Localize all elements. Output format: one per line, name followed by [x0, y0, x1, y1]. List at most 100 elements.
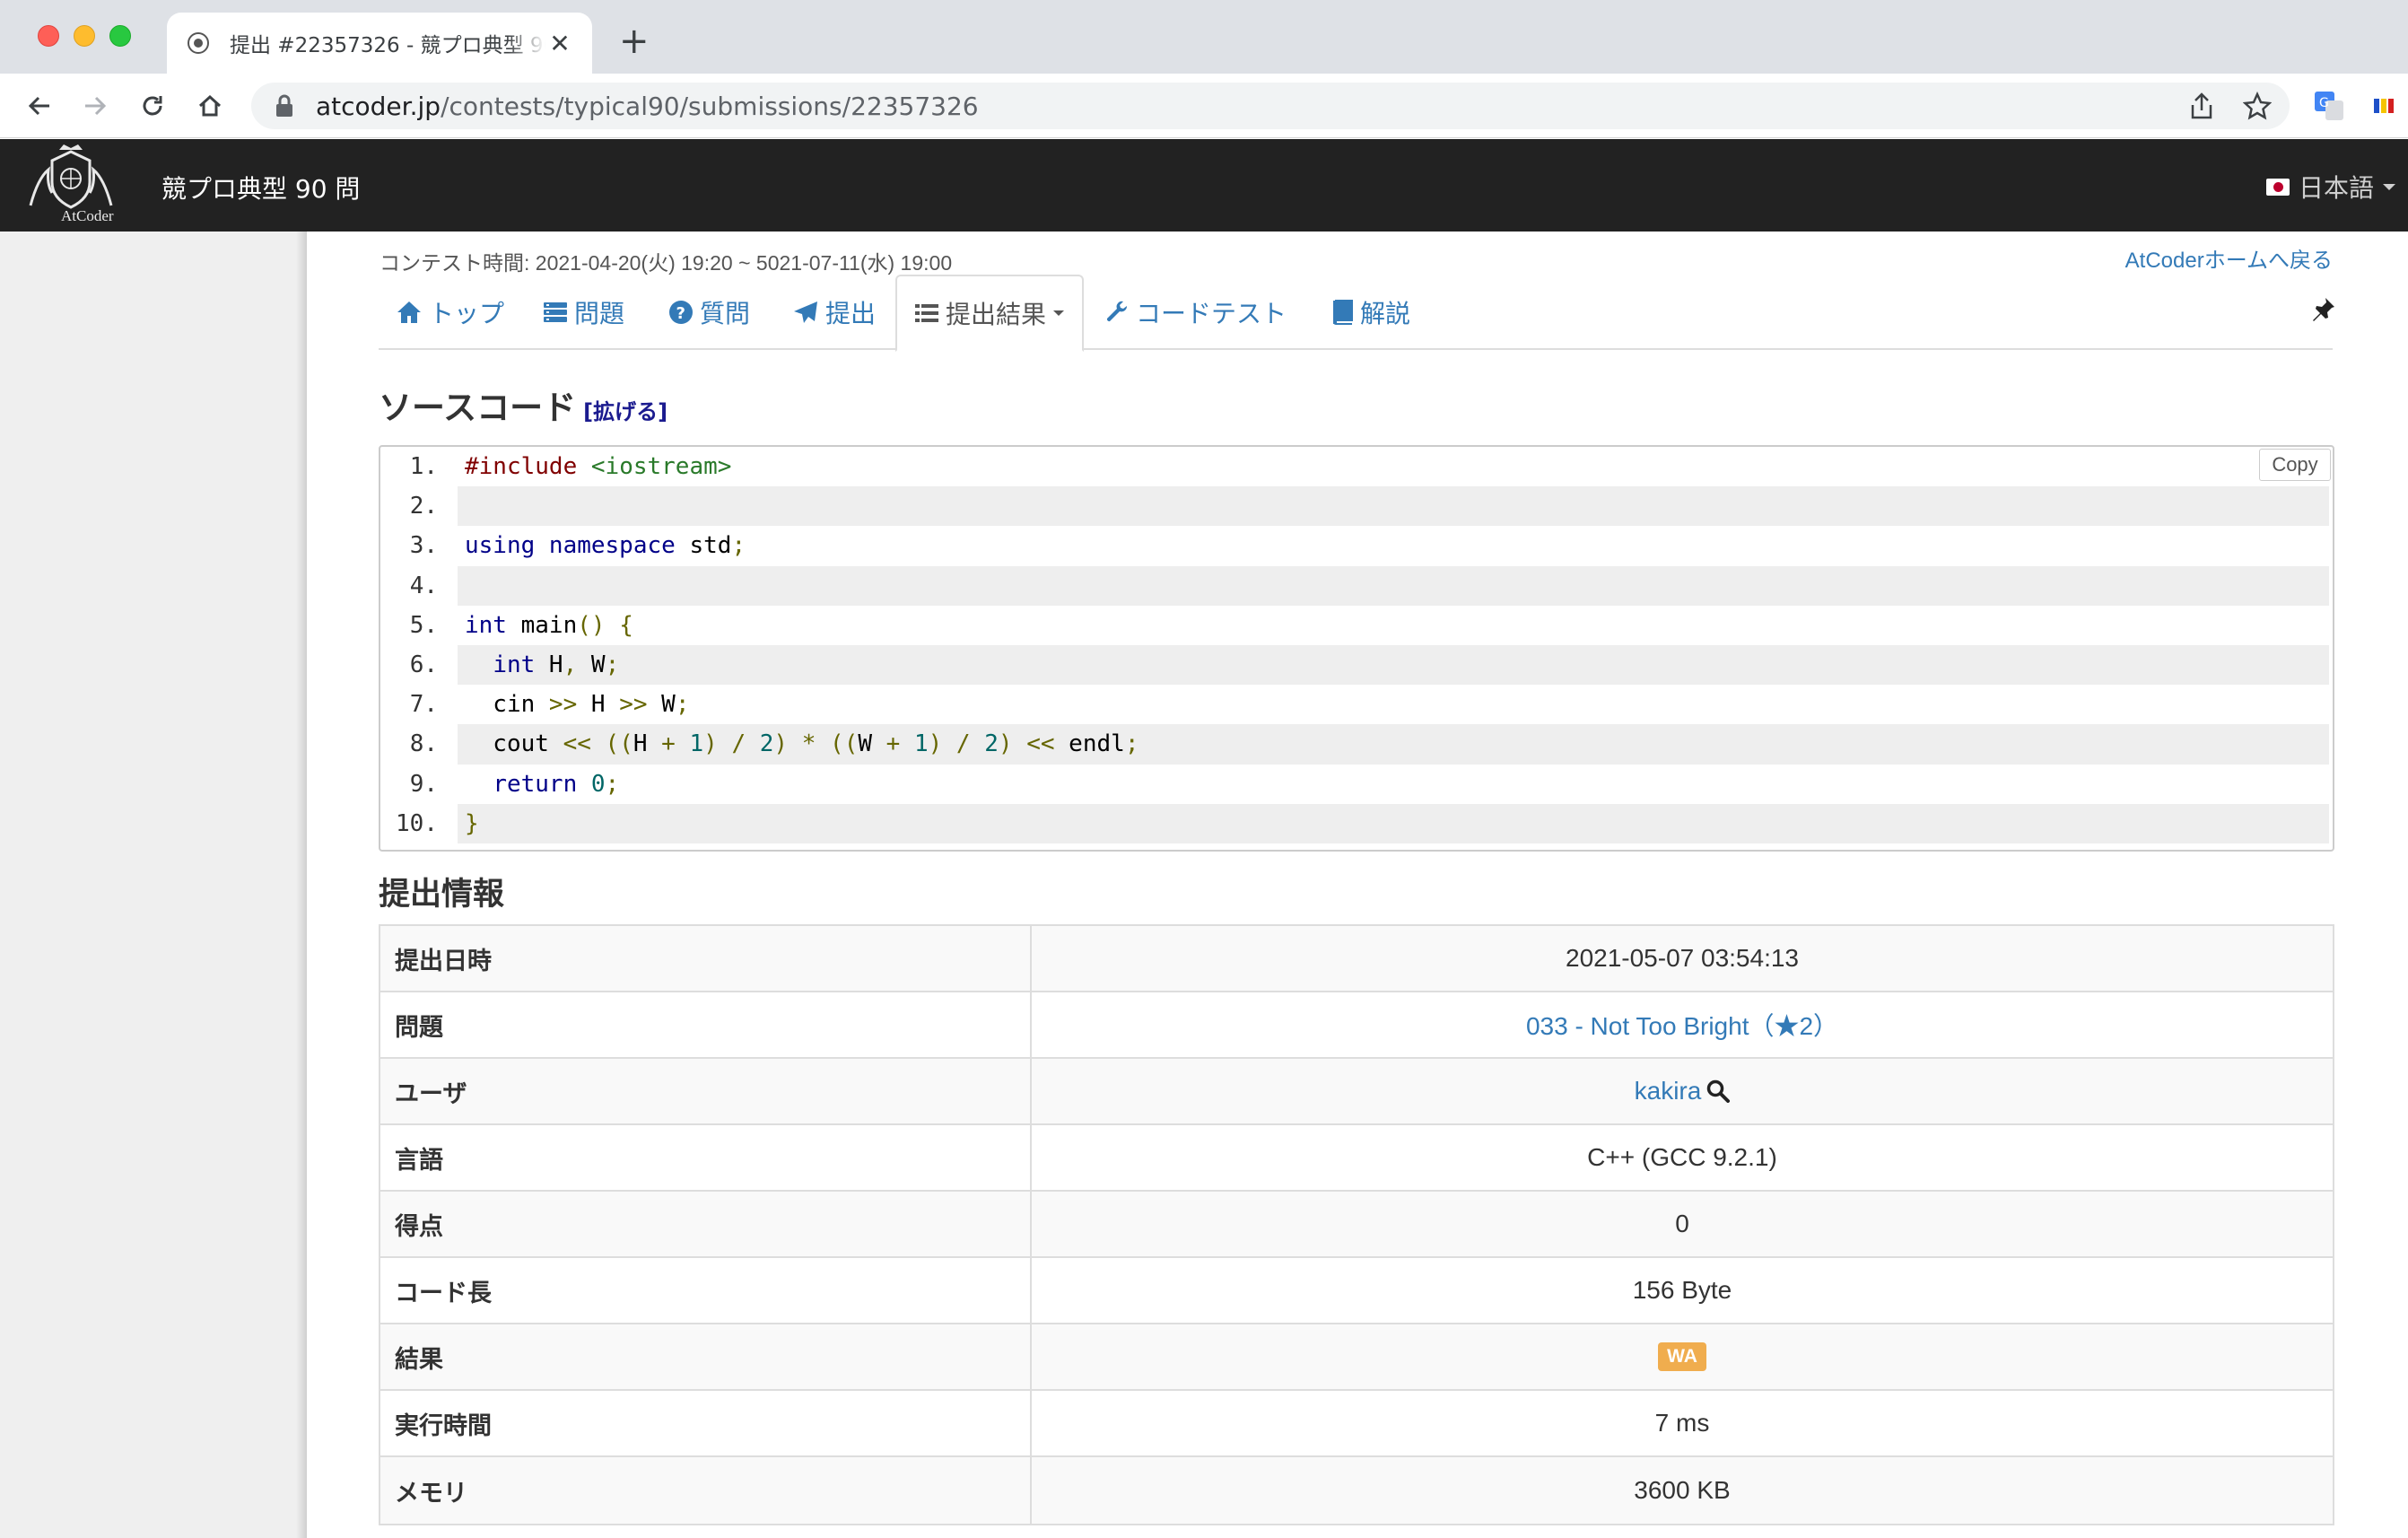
code-text: }	[458, 803, 2329, 843]
content-shadow	[296, 232, 307, 1538]
code-line: 8. cout << ((H + 1) / 2) * ((W + 1) / 2)…	[380, 724, 2333, 765]
atcoder-favicon-icon	[185, 30, 212, 57]
code-line: 7. cin >> H >> W;	[380, 685, 2333, 724]
back-icon[interactable]	[20, 86, 59, 126]
code-text: int main() {	[465, 611, 633, 639]
chevron-down-icon	[2383, 183, 2395, 190]
contest-name-link[interactable]: 競プロ典型 90 問	[161, 170, 360, 205]
left-background	[0, 232, 307, 1538]
extension-icon[interactable]	[2370, 90, 2403, 122]
tab-top-label: トップ	[429, 299, 505, 328]
line-number: 3.	[409, 532, 438, 560]
code-text	[458, 486, 2329, 527]
line-number: 10.	[396, 809, 438, 837]
problem-link[interactable]: 033 - Not Too Bright（★2）	[1526, 1007, 1838, 1043]
tab-results-label: 提出結果	[946, 300, 1047, 329]
expand-link[interactable]: [拡げる]	[583, 394, 667, 425]
status-badge: WA	[1658, 1342, 1706, 1371]
result-cell: WA	[1032, 1324, 2333, 1389]
code-length-value: 156 Byte	[1632, 1276, 1732, 1304]
line-number: 6.	[409, 651, 438, 679]
language-dropdown[interactable]: 日本語	[2265, 169, 2395, 205]
code-line: 9. return 0;	[380, 765, 2333, 804]
svg-text:G: G	[2319, 96, 2329, 110]
language-label: 日本語	[2298, 173, 2374, 203]
contest-time: コンテスト時間: 2021-04-20(火) 19:20 ~ 5021-07-1…	[380, 251, 953, 275]
site-navbar: AtCoder 競プロ典型 90 問 日本語	[0, 139, 2408, 232]
submission-info-table: 提出日時 2021-05-07 03:54:13 問題 033 - Not To…	[379, 924, 2334, 1525]
search-icon[interactable]	[1706, 1079, 1731, 1103]
tab-questions[interactable]: ? 質問	[669, 275, 750, 350]
table-row: 結果 WA	[380, 1324, 2333, 1391]
row-label: 言語	[380, 1125, 1032, 1190]
tab-code-test[interactable]: コードテスト	[1105, 275, 1287, 350]
user-cell: kakira	[1032, 1059, 2333, 1123]
lock-icon	[271, 92, 298, 119]
tab-top[interactable]: トップ	[397, 275, 504, 350]
code-line: 4.	[380, 565, 2333, 606]
tab-results[interactable]: 提出結果	[895, 275, 1085, 352]
tab-questions-label: 質問	[700, 299, 751, 328]
tab-submit[interactable]: 提出	[793, 275, 876, 350]
address-bar[interactable]: atcoder.jp/contests/typical90/submission…	[251, 83, 2290, 129]
browser-tab[interactable]: 提出 #22357326 - 競プロ典型 90 問 ✕	[167, 13, 592, 74]
table-row: 得点 0	[380, 1192, 2333, 1258]
line-number: 2.	[409, 493, 438, 520]
code-line: 2.	[380, 486, 2333, 527]
wrench-icon	[1106, 301, 1128, 322]
line-number: 4.	[409, 572, 438, 599]
atcoder-logo[interactable]: AtCoder	[22, 143, 120, 229]
copy-button[interactable]: Copy	[2259, 449, 2331, 481]
question-icon: ?	[669, 301, 693, 324]
line-number: 5.	[409, 611, 438, 639]
user-link[interactable]: kakira	[1635, 1077, 1702, 1105]
tab-title: 提出 #22357326 - 競プロ典型 90 問	[230, 34, 545, 57]
code-text: cout << ((H + 1) / 2) * ((W + 1) / 2) <<…	[458, 724, 2329, 765]
browser-toolbar: atcoder.jp/contests/typical90/submission…	[0, 74, 2408, 138]
problem-cell: 033 - Not Too Bright（★2）	[1032, 992, 2333, 1057]
row-label: コード長	[380, 1258, 1032, 1323]
forward-icon[interactable]	[75, 86, 115, 126]
exec-time-value: 7 ms	[1654, 1409, 1710, 1437]
tab-editorial[interactable]: 解説	[1331, 275, 1410, 350]
language-value: C++ (GCC 9.2.1)	[1587, 1143, 1777, 1171]
tab-problems-label: 問題	[574, 299, 625, 328]
maximize-window-button[interactable]	[109, 25, 131, 47]
row-label: 実行時間	[380, 1391, 1032, 1455]
code-line: 3. using namespace std;	[380, 526, 2333, 565]
bookmark-star-icon[interactable]	[2243, 83, 2272, 129]
source-code-block: 1. #include <iostream> 2. 3. using names…	[379, 445, 2334, 852]
code-text	[458, 565, 2329, 606]
code-text: using namespace std;	[465, 532, 746, 560]
row-label: 提出日時	[380, 926, 1032, 991]
code-text: cin >> H >> W;	[465, 691, 690, 719]
atcoder-home-link[interactable]: AtCoderホームへ戻る	[2125, 242, 2333, 274]
line-number: 7.	[409, 691, 438, 719]
share-icon[interactable]	[2189, 83, 2214, 129]
send-icon	[794, 301, 817, 323]
url-path: /contests/typical90/submissions/22357326	[441, 91, 979, 121]
line-number: 1.	[409, 453, 438, 481]
reload-icon[interactable]	[133, 86, 172, 126]
list-icon	[915, 304, 938, 322]
google-translate-icon[interactable]: G	[2313, 90, 2345, 122]
minimize-window-button[interactable]	[74, 25, 95, 47]
table-row: コード長 156 Byte	[380, 1258, 2333, 1324]
row-label: 結果	[380, 1324, 1032, 1389]
code-line: 6. int H, W;	[380, 645, 2333, 686]
pin-icon[interactable]	[2309, 296, 2336, 327]
table-row: ユーザ kakira	[380, 1059, 2333, 1125]
chevron-down-icon	[1053, 310, 1065, 316]
new-tab-button[interactable]: +	[619, 23, 650, 59]
tab-editorial-label: 解説	[1360, 299, 1411, 328]
home-browser-icon[interactable]	[190, 86, 230, 126]
code-text: #include <iostream>	[465, 453, 732, 481]
code-line: 1. #include <iostream>	[380, 447, 2333, 486]
source-code-title: ソースコード	[379, 389, 577, 427]
close-window-button[interactable]	[38, 25, 59, 47]
tab-submit-label: 提出	[825, 299, 877, 328]
code-text: int H, W;	[458, 645, 2329, 686]
tab-close-icon[interactable]: ✕	[545, 29, 574, 58]
tab-problems[interactable]: 問題	[544, 275, 624, 350]
list-icon	[544, 302, 567, 322]
